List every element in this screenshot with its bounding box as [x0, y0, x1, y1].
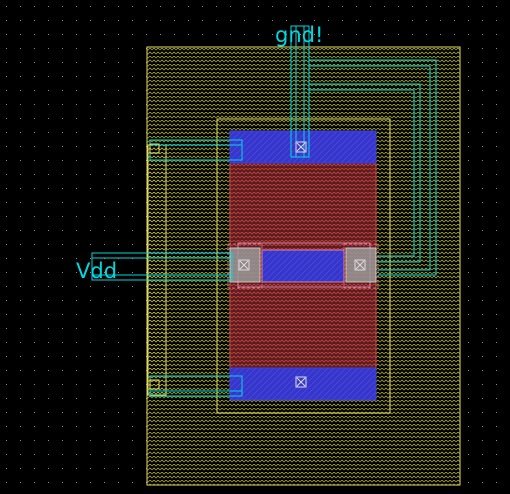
gnd-label: gnd! — [275, 23, 323, 47]
vdd-metal-strap[interactable] — [147, 144, 167, 396]
layout-canvas[interactable]: gnd! Vdd — [0, 0, 510, 494]
vdd-label: Vdd — [76, 259, 117, 283]
top-diffusion[interactable] — [229, 130, 377, 164]
